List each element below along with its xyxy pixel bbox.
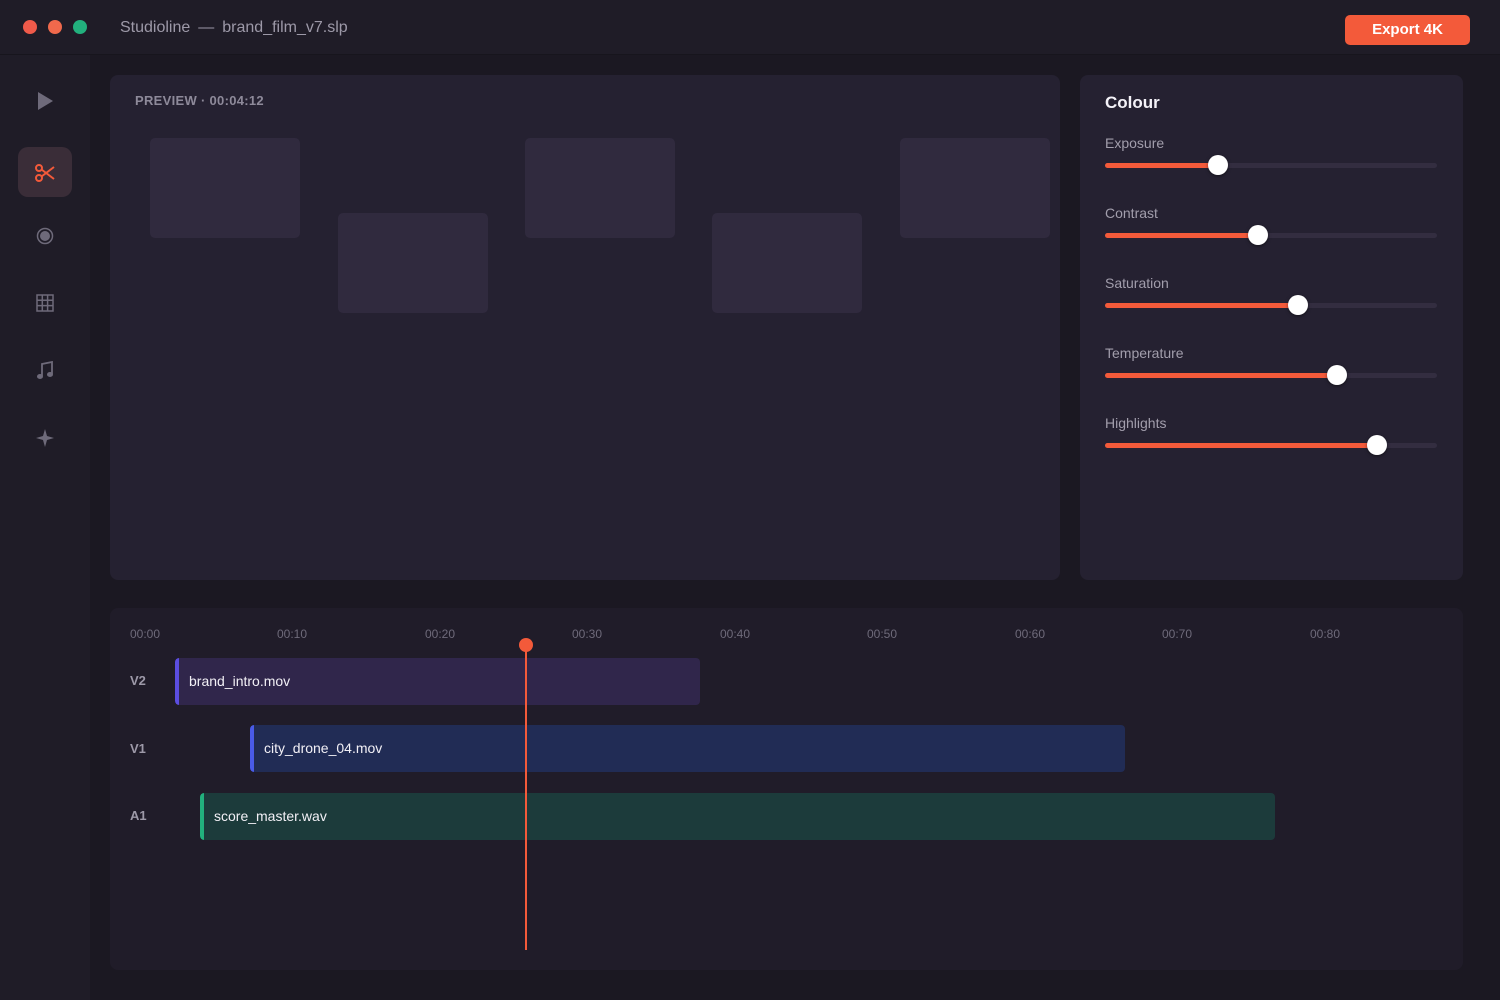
clip-score-master[interactable]: score_master.wav	[200, 793, 1275, 840]
time-tick: 00:30	[572, 627, 603, 641]
playhead-handle[interactable]	[519, 638, 533, 652]
preview-thumbnail	[712, 213, 862, 313]
sparkle-icon	[36, 428, 54, 447]
grid-icon	[36, 293, 54, 312]
time-tick: 00:70	[1162, 627, 1193, 641]
record-icon	[36, 227, 54, 244]
clip-city-drone[interactable]: city_drone_04.mov	[250, 725, 1125, 772]
play-icon	[38, 91, 53, 110]
export-button[interactable]: Export 4K	[1345, 15, 1470, 45]
preview-thumbnail	[150, 138, 300, 238]
scissors-icon	[35, 163, 55, 182]
saturation-label: Saturation	[1105, 275, 1169, 291]
saturation-slider-knob[interactable]	[1287, 295, 1308, 315]
temperature-slider-fill	[1105, 373, 1338, 378]
time-tick: 00:50	[867, 627, 898, 641]
contrast-slider-fill	[1105, 233, 1258, 238]
clip-name: city_drone_04.mov	[264, 740, 383, 756]
playhead-line[interactable]	[525, 646, 527, 950]
time-tick: 00:00	[130, 627, 161, 641]
app-name: Studioline	[120, 19, 191, 36]
temperature-slider-knob[interactable]	[1327, 365, 1348, 385]
title-separator: —	[198, 19, 215, 36]
contrast-slider-knob[interactable]	[1247, 225, 1268, 245]
track-label-a1: A1	[130, 808, 147, 823]
file-name: brand_film_v7.slp	[222, 19, 348, 36]
time-tick: 00:10	[277, 627, 308, 641]
exposure-slider[interactable]	[1105, 155, 1437, 175]
highlights-label: Highlights	[1105, 415, 1167, 431]
highlights-slider[interactable]	[1105, 435, 1437, 455]
clip-brand-intro[interactable]: brand_intro.mov	[175, 658, 700, 705]
temperature-label: Temperature	[1105, 345, 1184, 361]
sidebar-item-audio[interactable]	[18, 345, 72, 395]
preview-thumbnail	[338, 213, 488, 313]
contrast-label: Contrast	[1105, 205, 1158, 221]
exposure-slider-knob[interactable]	[1207, 155, 1228, 175]
timeline-panel[interactable]: 00:00 00:10 00:20 00:30 00:40 00:50 00:6…	[110, 608, 1463, 970]
clip-edge-handle[interactable]	[200, 793, 204, 840]
minimize-window-button[interactable]	[48, 20, 62, 34]
exposure-label: Exposure	[1105, 135, 1165, 151]
clip-name: brand_intro.mov	[189, 673, 291, 689]
preview-thumbnail	[525, 138, 675, 238]
close-window-button[interactable]	[23, 20, 37, 34]
time-tick: 00:40	[720, 627, 751, 641]
saturation-slider-fill	[1105, 303, 1298, 308]
track-label-v1: V1	[130, 741, 146, 756]
title-bar: Studioline — brand_film_v7.slp Export 4K	[0, 0, 1500, 55]
clip-edge-handle[interactable]	[250, 725, 254, 772]
preview-thumbnail	[900, 138, 1050, 238]
sidebar-item-effects[interactable]	[18, 412, 72, 462]
time-tick: 00:60	[1015, 627, 1046, 641]
clip-edge-handle[interactable]	[175, 658, 179, 705]
colour-panel-title: Colour	[1105, 93, 1160, 112]
window-title: Studioline — brand_film_v7.slp	[120, 19, 348, 37]
highlights-slider-knob[interactable]	[1367, 435, 1388, 455]
saturation-slider[interactable]	[1105, 295, 1437, 315]
time-tick: 00:20	[425, 627, 456, 641]
sidebar-item-grid[interactable]	[18, 277, 72, 327]
clip-name: score_master.wav	[214, 808, 327, 824]
sidebar-item-cut[interactable]	[18, 147, 72, 197]
music-note-icon	[37, 360, 53, 379]
track-label-v2: V2	[130, 673, 146, 688]
exposure-slider-fill	[1105, 163, 1218, 168]
contrast-slider[interactable]	[1105, 225, 1437, 245]
preview-panel[interactable]: PREVIEW · 00:04:12	[110, 75, 1060, 580]
temperature-slider[interactable]	[1105, 365, 1437, 385]
sidebar-item-play[interactable]	[18, 75, 72, 125]
preview-label: PREVIEW · 00:04:12	[135, 93, 264, 108]
maximize-window-button[interactable]	[73, 20, 87, 34]
time-tick: 00:80	[1310, 627, 1341, 641]
sidebar	[0, 55, 90, 1000]
colour-panel: Colour Exposure Contrast Saturation Temp…	[1080, 75, 1463, 580]
highlights-slider-fill	[1105, 443, 1378, 448]
sidebar-item-record[interactable]	[18, 210, 72, 260]
